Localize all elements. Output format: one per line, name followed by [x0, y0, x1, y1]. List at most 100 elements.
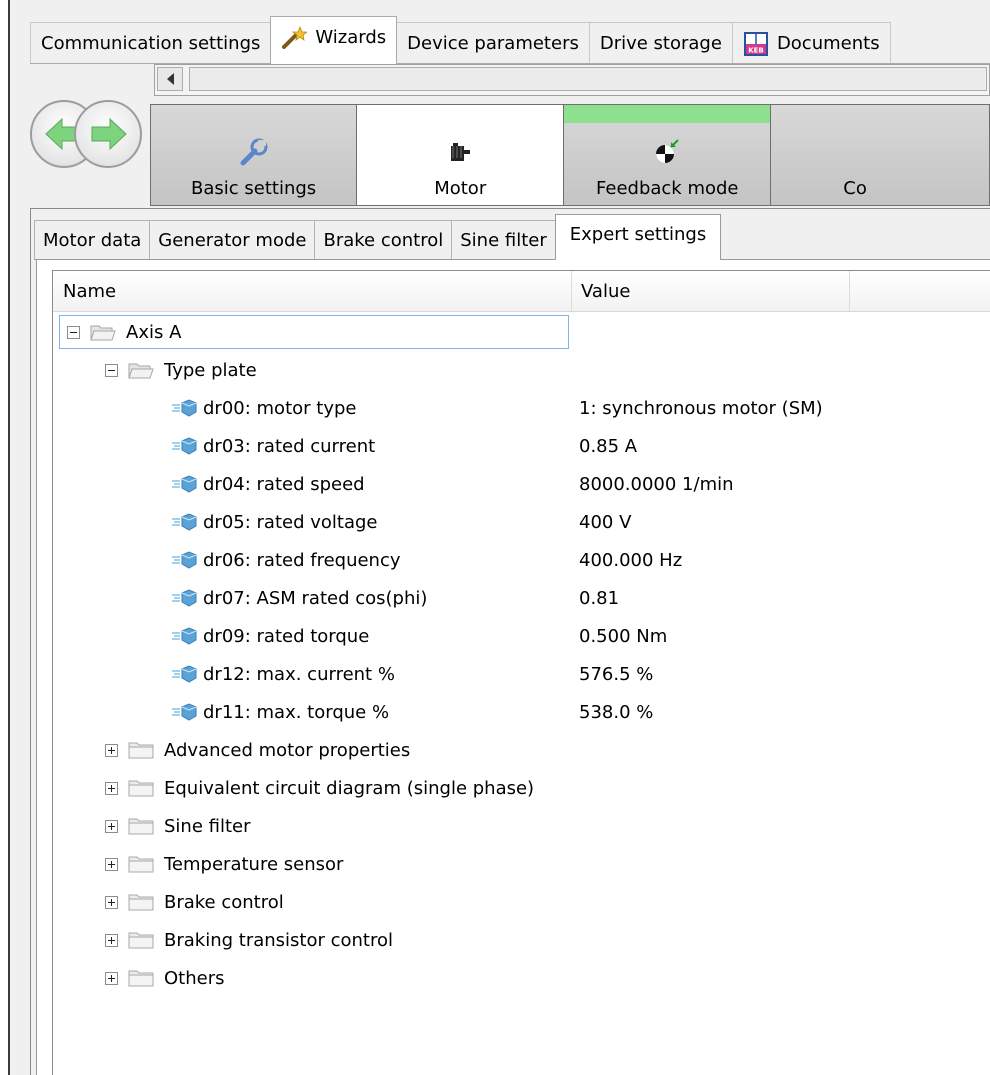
tab-label: Device parameters	[407, 33, 579, 54]
parameter-name: dr05: rated voltage	[203, 511, 378, 533]
expand-toggle-icon[interactable]	[105, 933, 118, 947]
tab-label: Wizards	[315, 27, 387, 48]
wrench-icon	[240, 138, 268, 166]
tab-label: Communication settings	[41, 33, 261, 54]
tab-label: Expert settings	[569, 224, 707, 245]
folder-icon	[128, 818, 154, 835]
tab-communication-settings[interactable]: Communication settings	[30, 22, 272, 64]
parameter-row[interactable]: dr12: max. current % 576.5 %	[53, 655, 990, 693]
wizard-horizontal-scrollbar[interactable]	[154, 64, 990, 96]
tree-group-row[interactable]: Equivalent circuit diagram (single phase…	[53, 769, 990, 807]
parameter-row[interactable]: dr05: rated voltage 400 V	[53, 503, 990, 541]
expand-toggle-icon[interactable]	[105, 781, 118, 795]
column-header-value[interactable]: Value	[581, 281, 630, 302]
parameter-row[interactable]: dr09: rated torque 0.500 Nm	[53, 617, 990, 655]
parameter-value[interactable]: 400 V	[579, 503, 631, 541]
parameter-row[interactable]: dr00: motor type 1: synchronous motor (S…	[53, 389, 990, 427]
step-basic-settings[interactable]: Basic settings	[150, 104, 358, 206]
tree-header: Name Value	[53, 271, 990, 312]
tree-group-row[interactable]: Advanced motor properties	[53, 731, 990, 769]
parameter-icon	[172, 475, 197, 493]
parameter-row[interactable]: dr04: rated speed 8000.0000 1/min	[53, 465, 990, 503]
tab-label: Generator mode	[158, 230, 307, 251]
parameter-value[interactable]: 400.000 Hz	[579, 541, 682, 579]
step-label: Basic settings	[191, 178, 317, 199]
parameter-value[interactable]: 538.0 %	[579, 693, 653, 731]
parameter-value[interactable]: 8000.0000 1/min	[579, 465, 734, 503]
tree-group-row[interactable]: Sine filter	[53, 807, 990, 845]
folder-icon	[128, 780, 154, 797]
parameter-name: dr12: max. current %	[203, 663, 395, 685]
parameter-value[interactable]: 1: synchronous motor (SM)	[579, 389, 823, 427]
expand-toggle-icon[interactable]	[105, 971, 118, 985]
tab-generator-mode[interactable]: Generator mode	[149, 220, 316, 260]
book-icon: KEB	[743, 31, 768, 56]
folder-icon	[128, 970, 154, 987]
folder-icon	[128, 932, 154, 949]
folder-icon	[128, 894, 154, 911]
step-feedback-mode[interactable]: Feedback mode	[564, 104, 772, 206]
tab-brake-control[interactable]: Brake control	[314, 220, 453, 260]
parameter-row[interactable]: dr11: max. torque % 538.0 %	[53, 693, 990, 731]
parameter-icon	[172, 665, 197, 683]
node-label: Braking transistor control	[164, 929, 393, 951]
expand-toggle-icon[interactable]	[105, 743, 118, 757]
parameter-name: dr11: max. torque %	[203, 701, 390, 723]
node-label: Temperature sensor	[164, 853, 344, 875]
expand-toggle-icon[interactable]	[105, 819, 118, 833]
collapse-toggle-icon[interactable]	[67, 325, 80, 339]
step-label: Motor	[434, 178, 487, 199]
expand-toggle-icon[interactable]	[105, 857, 118, 871]
motor-icon	[451, 143, 471, 161]
parameter-value[interactable]: 0.85 A	[579, 427, 637, 465]
node-label: Brake control	[164, 891, 284, 913]
parameter-value[interactable]: 0.500 Nm	[579, 617, 667, 655]
tree-group-row[interactable]: Temperature sensor	[53, 845, 990, 883]
magic-wand-icon	[282, 25, 308, 49]
tab-drive-storage[interactable]: Drive storage	[588, 22, 733, 64]
tree-group-row[interactable]: Others	[53, 959, 990, 997]
step-motor[interactable]: Motor	[357, 104, 565, 206]
next-step-button[interactable]	[74, 100, 142, 168]
node-label: Others	[164, 967, 225, 989]
node-label: Type plate	[164, 359, 257, 381]
column-header-name[interactable]: Name	[63, 281, 116, 302]
parameter-icon	[172, 437, 197, 455]
tab-motor-data[interactable]: Motor data	[34, 220, 151, 260]
arrow-right-icon	[91, 117, 127, 151]
parameter-tree[interactable]: Name Value Axis A Type plate dr00: motor…	[52, 270, 990, 1075]
column-divider[interactable]	[849, 271, 850, 311]
tab-documents[interactable]: KEB Documents	[731, 22, 891, 64]
node-label: Advanced motor properties	[164, 739, 411, 761]
parameter-value[interactable]: 0.81	[579, 579, 619, 617]
expand-toggle-icon[interactable]	[105, 895, 118, 909]
tab-sine-filter[interactable]: Sine filter	[451, 220, 556, 260]
node-label: Equivalent circuit diagram (single phase…	[164, 777, 535, 799]
node-label: Sine filter	[164, 815, 251, 837]
tab-expert-settings[interactable]: Expert settings	[554, 214, 722, 260]
scroll-thumb[interactable]	[189, 67, 987, 91]
tree-group-row[interactable]: Brake control	[53, 883, 990, 921]
tab-wizards[interactable]: Wizards	[270, 16, 398, 64]
parameter-name: dr03: rated current	[203, 435, 376, 457]
parameter-name: dr09: rated torque	[203, 625, 370, 647]
parameter-row[interactable]: dr06: rated frequency 400.000 Hz	[53, 541, 990, 579]
column-divider[interactable]	[571, 271, 572, 311]
parameter-value[interactable]: 576.5 %	[579, 655, 653, 693]
tab-label: Motor data	[43, 230, 142, 251]
scroll-left-arrow-icon[interactable]	[157, 67, 183, 91]
step-next-partial[interactable]: Co	[771, 104, 990, 206]
wizard-steps: Basic settings Motor Feedback mode Co	[150, 104, 990, 206]
parameter-row[interactable]: dr03: rated current 0.85 A	[53, 427, 990, 465]
tab-device-parameters[interactable]: Device parameters	[396, 22, 590, 64]
tree-node-axis-a[interactable]: Axis A	[53, 313, 990, 351]
parameter-row[interactable]: dr07: ASM rated cos(phi) 0.81	[53, 579, 990, 617]
tab-label: Sine filter	[460, 230, 547, 251]
parameter-icon	[172, 627, 197, 645]
tree-node-type-plate[interactable]: Type plate	[53, 351, 990, 389]
collapse-toggle-icon[interactable]	[105, 363, 118, 377]
parameter-name: dr06: rated frequency	[203, 549, 401, 571]
encoder-icon	[656, 139, 679, 163]
tab-label: Drive storage	[599, 33, 722, 54]
tree-group-row[interactable]: Braking transistor control	[53, 921, 990, 959]
